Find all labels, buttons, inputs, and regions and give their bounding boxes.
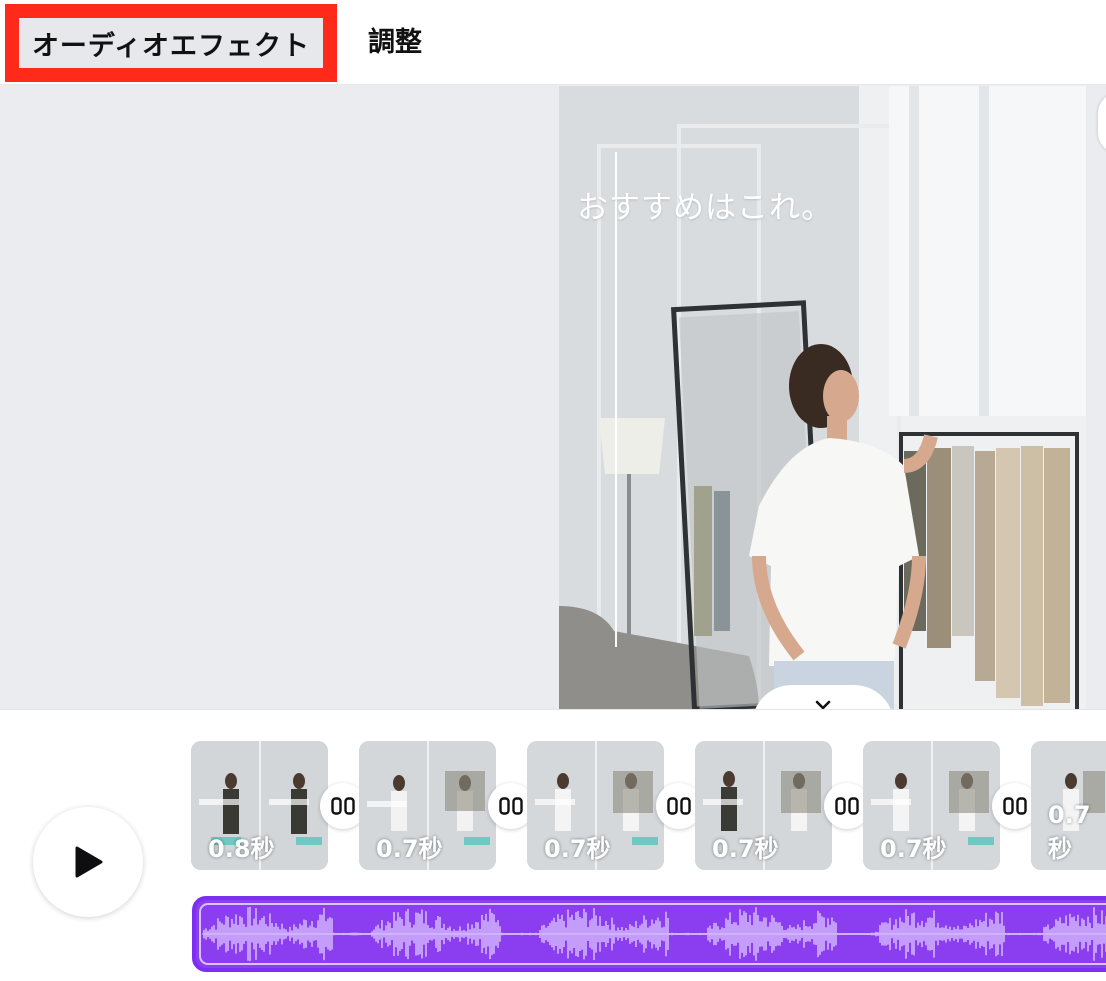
timeline-clip[interactable]: 0.7秒	[359, 741, 496, 870]
tab-adjust[interactable]: 調整	[368, 19, 422, 59]
timeline-clip[interactable]: 0.7秒	[863, 741, 1000, 870]
play-icon	[75, 846, 103, 878]
audio-track[interactable]	[192, 896, 1106, 972]
transition-icon	[331, 797, 355, 815]
play-button[interactable]	[33, 807, 143, 917]
video-scene-image	[559, 86, 1086, 709]
top-tab-bar: オーディオエフェクト 調整	[0, 0, 1106, 85]
clip-duration: 0.7秒	[544, 835, 611, 863]
clip-duration: 0.7秒	[712, 835, 779, 863]
clip-duration: 0.7秒	[376, 835, 443, 863]
video-preview[interactable]: おすすめはこれ。	[559, 86, 1086, 709]
transition-icon	[667, 797, 691, 815]
tab-audio-effects-label: オーディオエフェクト	[19, 18, 323, 68]
tab-audio-effects[interactable]: オーディオエフェクト	[5, 4, 337, 82]
timeline-clip[interactable]: 0.7秒	[1031, 741, 1106, 870]
clip-duration: 0.7秒	[880, 835, 947, 863]
timeline-clip[interactable]: 0.7秒	[695, 741, 832, 870]
transition-icon	[499, 797, 523, 815]
timeline-clip[interactable]: 0.8秒	[191, 741, 328, 870]
clip-duration: 0.7秒	[1048, 801, 1091, 863]
canvas-area: おすすめはこれ。	[0, 85, 1106, 709]
transition-icon	[835, 797, 859, 815]
transition-icon	[1003, 797, 1027, 815]
timeline-clip[interactable]: 0.7秒	[527, 741, 664, 870]
audio-waveform	[202, 906, 1106, 962]
video-overlay-text[interactable]: おすすめはこれ。	[577, 182, 833, 227]
next-page-handle[interactable]	[1098, 93, 1106, 153]
clip-duration: 0.8秒	[208, 835, 275, 863]
